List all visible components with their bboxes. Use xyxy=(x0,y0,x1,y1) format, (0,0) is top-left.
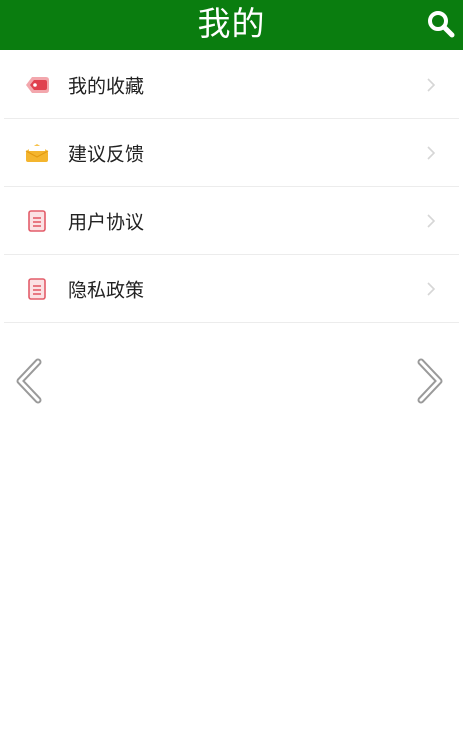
chevron-right-icon xyxy=(427,281,436,296)
menu-item-label: 隐私政策 xyxy=(68,279,145,301)
menu-item-favorites[interactable]: 我的收藏 xyxy=(4,51,459,119)
menu-item-label: 我的收藏 xyxy=(68,75,145,97)
chevron-right-icon xyxy=(427,145,436,160)
chevron-right-icon xyxy=(427,77,436,92)
menu-item-privacy-policy[interactable]: 隐私政策 xyxy=(4,255,459,323)
envelope-icon xyxy=(24,141,50,165)
search-icon xyxy=(428,11,455,38)
document-icon xyxy=(24,277,50,301)
menu-item-label: 用户协议 xyxy=(68,211,145,233)
page-title: 我的 xyxy=(197,4,266,43)
chevron-right-icon xyxy=(427,213,436,228)
chevron-right-icon xyxy=(417,358,443,404)
menu-item-label: 建议反馈 xyxy=(68,143,145,165)
tag-icon xyxy=(24,73,50,97)
settings-menu: 我的收藏 建议反馈 用户协议 隐私政策 xyxy=(0,51,463,323)
header-bar: 我的 xyxy=(0,0,463,50)
menu-item-user-agreement[interactable]: 用户协议 xyxy=(4,187,459,255)
chevron-left-icon xyxy=(16,358,42,404)
previous-page-button[interactable] xyxy=(12,358,46,404)
app-screen: 我的 我的收藏 建议反馈 用户协议 隐私政策 xyxy=(0,0,463,753)
next-page-button[interactable] xyxy=(413,358,447,404)
document-icon xyxy=(24,209,50,233)
search-button[interactable] xyxy=(423,6,459,42)
menu-item-feedback[interactable]: 建议反馈 xyxy=(4,119,459,187)
